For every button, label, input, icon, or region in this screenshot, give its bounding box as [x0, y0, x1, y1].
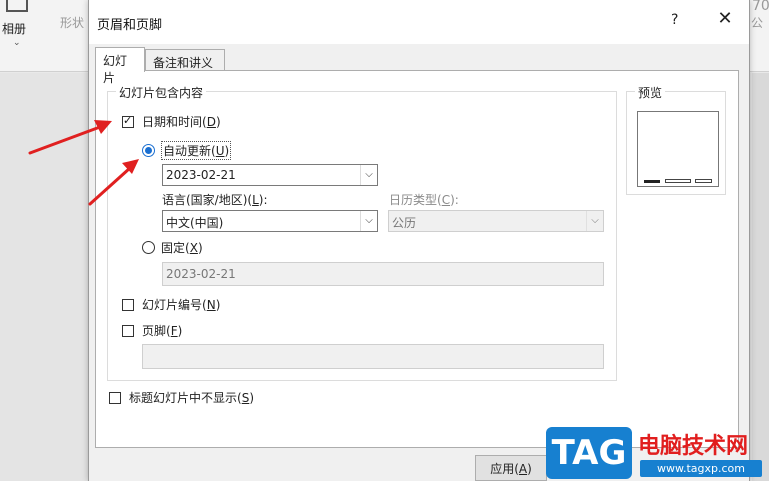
- help-button[interactable]: ?: [671, 12, 678, 28]
- fixed-radio[interactable]: 固定(X): [142, 239, 203, 256]
- dialog-title: 页眉和页脚: [97, 18, 163, 33]
- date-time-label: 日期和时间(D): [142, 115, 221, 129]
- ribbon-partial-button[interactable]: 公: [751, 14, 763, 31]
- language-select[interactable]: 中文(中国) ⌵: [162, 210, 378, 232]
- date-time-check[interactable]: [122, 114, 134, 128]
- slide-number-checkbox[interactable]: 幻灯片编号(N): [122, 296, 220, 313]
- album-label: 相册: [2, 22, 27, 36]
- header-footer-dialog: 页眉和页脚 ? ✕ 幻灯片 备注和讲义 幻灯片包含内容 预览 日期和时间(D): [88, 0, 750, 481]
- preview-thumbnail: [637, 111, 719, 187]
- shape-button[interactable]: 形状: [60, 14, 84, 31]
- watermark: TAG 电脑技术网 www.tagxp.com: [546, 427, 769, 481]
- auto-update-label: 自动更新(U): [161, 141, 232, 160]
- watermark-badge: TAG: [546, 427, 632, 479]
- fixed-label: 固定(X): [161, 241, 203, 255]
- album-icon: [6, 0, 28, 12]
- calendar-select: 公历 ⌵: [388, 210, 604, 232]
- footer-checkbox[interactable]: 页脚(F): [122, 322, 182, 339]
- dialog-titlebar[interactable]: 页眉和页脚 ? ✕: [89, 0, 749, 44]
- auto-date-select[interactable]: 2023-02-21 ⌵: [162, 164, 378, 186]
- preview-footer-placeholder: [665, 179, 691, 183]
- group-title: 幻灯片包含内容: [116, 84, 207, 101]
- hide-title-slide-checkbox[interactable]: 标题幻灯片中不显示(S): [109, 389, 254, 406]
- footer-check[interactable]: [122, 324, 134, 337]
- language-value: 中文(中国): [166, 216, 224, 230]
- fixed-date-field: 2023-02-21: [162, 262, 604, 286]
- ribbon-partial-text: 70: [752, 0, 769, 14]
- tab-panel: 幻灯片包含内容 预览 日期和时间(D) 自动更新(U) 2023-02-21 ⌵: [95, 70, 739, 448]
- slide-panel-edge: [752, 73, 769, 481]
- preview-date-placeholder: [644, 180, 660, 183]
- album-button[interactable]: 相册 ⌄: [0, 0, 36, 48]
- footer-text-field: [142, 344, 604, 369]
- date-time-checkbox[interactable]: 日期和时间(D): [122, 113, 221, 130]
- language-label: 语言(国家/地区)(L):: [162, 193, 268, 207]
- calendar-label: 日历类型(C):: [389, 193, 459, 207]
- preview-number-placeholder: [695, 179, 712, 183]
- hide-title-slide-label: 标题幻灯片中不显示(S): [129, 391, 255, 405]
- apply-button[interactable]: 应用(A): [475, 455, 547, 481]
- footer-label: 页脚(F): [142, 324, 183, 338]
- preview-title: 预览: [635, 84, 666, 101]
- fixed-date-value: 2023-02-21: [166, 267, 236, 281]
- watermark-url: www.tagxp.com: [640, 460, 762, 477]
- fixed-radio-dot[interactable]: [142, 241, 155, 254]
- chevron-down-icon[interactable]: ⌵: [360, 211, 377, 231]
- chevron-down-icon[interactable]: ⌵: [360, 165, 377, 185]
- slide-number-check[interactable]: [122, 298, 134, 311]
- auto-update-radio-dot[interactable]: [142, 144, 155, 157]
- calendar-value: 公历: [392, 216, 417, 230]
- slide-content-group: 幻灯片包含内容: [107, 84, 617, 381]
- preview-group: 预览: [626, 84, 726, 195]
- tab-notes-handouts[interactable]: 备注和讲义: [145, 49, 225, 71]
- tab-slide[interactable]: 幻灯片: [95, 47, 145, 85]
- slide-number-label: 幻灯片编号(N): [142, 298, 221, 312]
- watermark-title: 电脑技术网: [638, 434, 749, 459]
- close-icon: ✕: [717, 8, 733, 29]
- auto-date-value: 2023-02-21: [166, 168, 236, 182]
- chevron-down-icon: ⌵: [586, 211, 603, 231]
- close-button[interactable]: ✕: [714, 8, 736, 30]
- auto-update-radio[interactable]: 自动更新(U): [142, 141, 232, 160]
- chevron-down-icon: ⌄: [13, 38, 21, 48]
- hide-title-slide-check[interactable]: [109, 391, 121, 404]
